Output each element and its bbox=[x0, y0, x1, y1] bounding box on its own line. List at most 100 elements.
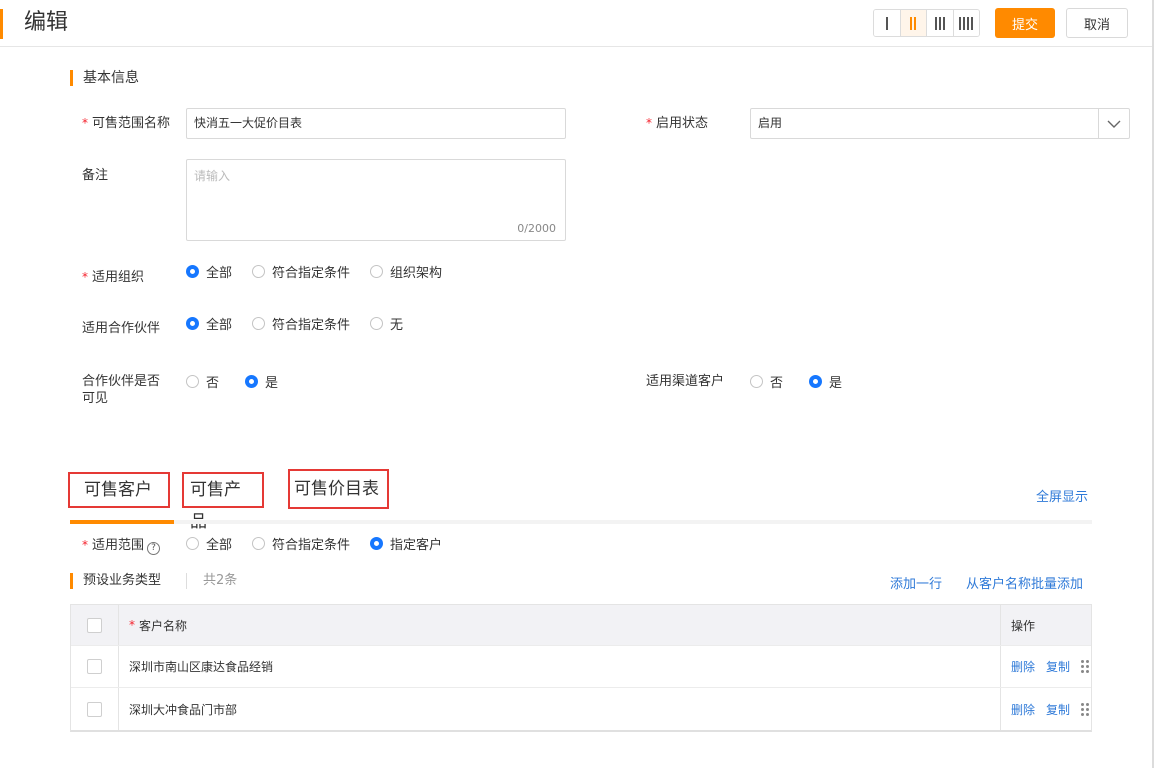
status-label: * 启用状态 bbox=[646, 115, 708, 132]
page-title: 编辑 bbox=[24, 10, 69, 35]
channel-customer-label: 适用渠道客户 bbox=[646, 374, 725, 389]
chevron-down-icon[interactable] bbox=[1098, 109, 1129, 138]
channel-customer-option-no[interactable]: 否 bbox=[750, 372, 783, 391]
remark-placeholder: 请输入 bbox=[194, 169, 231, 183]
customer-name-cell[interactable]: 深圳市南山区康达食品经销 bbox=[119, 646, 1001, 687]
status-select-value: 启用 bbox=[758, 116, 783, 130]
delete-row-link[interactable]: 删除 bbox=[1011, 701, 1035, 718]
channel-customer-option-yes[interactable]: 是 bbox=[809, 372, 842, 391]
layout-1-column-button[interactable] bbox=[874, 10, 901, 36]
row-checkbox[interactable] bbox=[87, 701, 102, 717]
row-select-cell bbox=[71, 688, 119, 730]
cancel-button[interactable]: 取消 bbox=[1066, 8, 1128, 38]
required-mark: * bbox=[129, 618, 135, 632]
required-mark: * bbox=[82, 116, 88, 130]
table-header-row: * 客户名称 操作 bbox=[71, 605, 1091, 646]
partner-visible-label: 合作伙伴是否 可见 bbox=[82, 373, 160, 407]
fullscreen-link[interactable]: 全屏显示 bbox=[1036, 486, 1088, 505]
layout-3-column-button[interactable] bbox=[927, 10, 954, 36]
partner-visible-option-yes[interactable]: 是 bbox=[245, 372, 278, 391]
radio-checked bbox=[186, 264, 199, 278]
option-text: 符合指定条件 bbox=[272, 317, 351, 333]
partner-option-none[interactable]: 无 bbox=[370, 314, 403, 333]
org-option-structure[interactable]: 组织架构 bbox=[370, 262, 442, 281]
question-circle-icon[interactable]: ? bbox=[147, 542, 161, 555]
option-text: 无 bbox=[390, 317, 404, 333]
option-text: 否 bbox=[770, 375, 784, 391]
tab-sellable-products[interactable]: 可售产品 bbox=[182, 472, 264, 532]
partner-visible-radio-group: 否 是 bbox=[186, 372, 298, 391]
divider bbox=[186, 573, 187, 589]
org-label-text: 适用组织 bbox=[92, 270, 145, 285]
four-bars-icon bbox=[959, 16, 974, 30]
status-label-text: 启用状态 bbox=[656, 116, 709, 131]
customer-table: * 客户名称 操作 深圳市南山区康达食品经销 删除 复制 深圳大冲食品门市部 删… bbox=[70, 604, 1092, 732]
two-bars-icon bbox=[910, 16, 917, 30]
required-mark: * bbox=[82, 270, 88, 284]
partner-visible-label-line1: 合作伙伴是否 bbox=[82, 374, 161, 389]
required-mark: * bbox=[82, 538, 88, 552]
tab-sellable-price-lists[interactable]: 可售价目表 bbox=[288, 469, 389, 509]
radio-unchecked bbox=[252, 316, 266, 330]
customer-name-header: * 客户名称 bbox=[119, 605, 1001, 645]
delete-row-link[interactable]: 删除 bbox=[1011, 658, 1035, 675]
customer-name-cell[interactable]: 深圳大冲食品门市部 bbox=[119, 688, 1001, 730]
partner-label: 适用合作伙伴 bbox=[82, 321, 161, 336]
scope-label-text: 适用范围 bbox=[92, 538, 145, 553]
partner-option-conditional[interactable]: 符合指定条件 bbox=[252, 314, 350, 333]
preset-business-type-title: 预设业务类型 bbox=[70, 573, 161, 589]
partner-visible-option-no[interactable]: 否 bbox=[186, 372, 219, 391]
org-option-conditional[interactable]: 符合指定条件 bbox=[252, 262, 350, 281]
top-bar: 编辑 提交 取消 bbox=[0, 0, 1154, 47]
row-ops-cell: 删除 复制 bbox=[1001, 688, 1091, 730]
submit-button[interactable]: 提交 bbox=[995, 8, 1055, 38]
customer-name-header-text: 客户名称 bbox=[139, 618, 188, 633]
drag-handle-icon[interactable] bbox=[1081, 702, 1090, 716]
tab-active-indicator bbox=[70, 520, 174, 524]
tab-sellable-customers[interactable]: 可售客户 bbox=[68, 472, 170, 508]
scope-option-all[interactable]: 全部 bbox=[186, 534, 232, 553]
radio-checked bbox=[186, 316, 199, 330]
scope-option-conditional[interactable]: 符合指定条件 bbox=[252, 534, 350, 553]
remark-label: 备注 bbox=[82, 168, 109, 183]
option-text: 否 bbox=[206, 375, 220, 391]
drag-handle-icon[interactable] bbox=[1081, 660, 1090, 673]
org-label: * 适用组织 bbox=[82, 269, 144, 286]
basic-info-section-title: 基本信息 bbox=[70, 70, 139, 86]
option-text: 符合指定条件 bbox=[272, 265, 351, 281]
detail-tabs: 可售客户 可售产品 可售价目表 bbox=[68, 469, 1092, 532]
partner-option-all[interactable]: 全部 bbox=[186, 314, 232, 333]
radio-unchecked bbox=[186, 536, 199, 550]
partner-radio-group: 全部 符合指定条件 无 bbox=[186, 314, 423, 333]
scope-option-specified[interactable]: 指定客户 bbox=[370, 534, 442, 553]
title-accent-bar bbox=[0, 9, 3, 39]
scope-name-label: * 可售范围名称 bbox=[82, 115, 170, 132]
option-text: 是 bbox=[265, 375, 279, 391]
org-option-all[interactable]: 全部 bbox=[186, 262, 232, 281]
channel-customer-radio-group: 否 是 bbox=[750, 372, 862, 391]
org-radio-group: 全部 符合指定条件 组织架构 bbox=[186, 262, 462, 281]
record-count: 共2条 bbox=[203, 573, 238, 588]
radio-unchecked bbox=[370, 264, 384, 278]
column-layout-selector bbox=[873, 9, 980, 37]
partner-visible-label-line2: 可见 bbox=[82, 391, 109, 406]
required-mark: * bbox=[646, 116, 652, 130]
ops-header: 操作 bbox=[1011, 618, 1036, 633]
select-all-cell bbox=[71, 605, 119, 645]
batch-add-by-customer-name-link[interactable]: 从客户名称批量添加 bbox=[966, 573, 1083, 592]
copy-row-link[interactable]: 复制 bbox=[1046, 701, 1070, 718]
copy-row-link[interactable]: 复制 bbox=[1046, 658, 1070, 675]
option-text: 全部 bbox=[206, 265, 233, 281]
one-bar-icon bbox=[885, 16, 888, 30]
table-row: 深圳大冲食品门市部 删除 复制 bbox=[71, 688, 1091, 730]
add-row-link[interactable]: 添加一行 bbox=[890, 573, 942, 592]
select-all-checkbox[interactable] bbox=[87, 617, 102, 633]
radio-unchecked bbox=[252, 536, 266, 550]
layout-4-column-button[interactable] bbox=[953, 10, 979, 36]
status-select[interactable]: 启用 bbox=[750, 108, 1130, 139]
remark-textarea[interactable]: 请输入 0/2000 bbox=[186, 159, 566, 241]
layout-2-column-button[interactable] bbox=[900, 10, 927, 36]
row-select-cell bbox=[71, 646, 119, 687]
scope-name-input[interactable]: 快消五一大促价目表 bbox=[186, 108, 566, 139]
row-checkbox[interactable] bbox=[87, 659, 102, 674]
